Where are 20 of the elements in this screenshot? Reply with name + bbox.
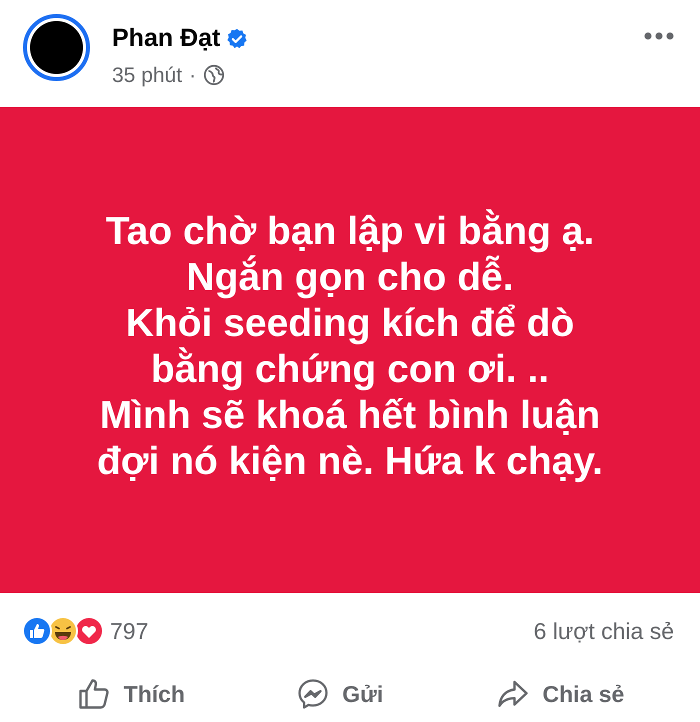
post-action-button[interactable]: Thích [66, 676, 195, 712]
laughing-reaction-icon [48, 616, 78, 646]
post-action-button[interactable]: Chia sẻ [484, 676, 634, 712]
post-text-line: Mình sẽ khoá hết bình luận [100, 393, 600, 439]
post-time[interactable]: 35 phút [112, 60, 182, 91]
post-text-line: Tao chờ bạn lập vi bằng ạ. [106, 209, 594, 255]
post-text-line: bằng chứng con ơi. .. [150, 347, 550, 393]
globe-icon [203, 64, 226, 86]
messenger-icon [296, 677, 330, 711]
separator-dot: · [189, 62, 196, 88]
post-text-line: đợi nó kiện nè. Hứa k chạy. [96, 439, 604, 485]
heart-reaction-icon [74, 616, 104, 646]
more-options-icon[interactable] [644, 32, 674, 40]
share-count[interactable]: 6 lượt chia sẻ [534, 614, 674, 648]
author-name[interactable]: Phan Đạt [112, 20, 220, 58]
post-text-line: Khỏi seeding kích để dò [126, 301, 574, 347]
post-action-button[interactable]: Gửi [286, 676, 394, 712]
post-text-line: Ngắn gọn cho dễ. [186, 255, 514, 301]
reaction-count[interactable]: 797 [110, 614, 148, 648]
like-reaction-icon [22, 616, 52, 646]
